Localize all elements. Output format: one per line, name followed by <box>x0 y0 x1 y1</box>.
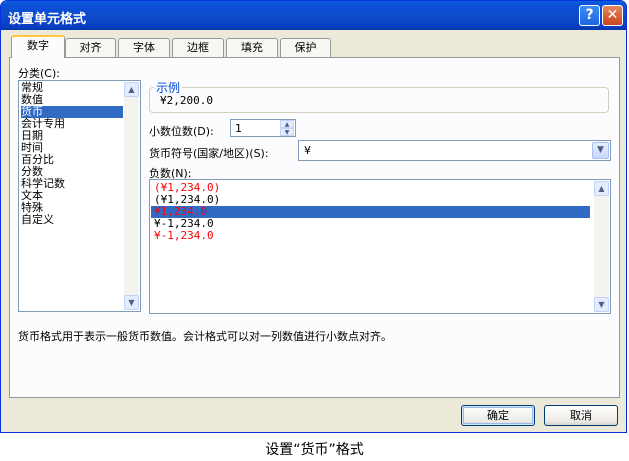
ok-button-label: 确定 <box>487 409 509 422</box>
format-description: 货币格式用于表示一般货币数值。会计格式可以对一列数值进行小数点对齐。 <box>18 330 392 343</box>
sample-group: ¥2,200.0 <box>149 87 609 113</box>
sample-legend: 示例 <box>154 79 183 96</box>
format-cells-dialog: 设置单元格式 ? ✕ 数字 对齐 字体 边框 填充 保护 分类(C): 常规 数… <box>0 0 627 433</box>
spin-up-icon[interactable]: ▲ <box>280 120 294 128</box>
decimal-places-label: 小数位数(D): <box>149 125 214 138</box>
figure-caption: 设置“货币”格式 <box>265 442 364 458</box>
spin-down-icon[interactable]: ▼ <box>280 128 294 136</box>
currency-symbol-select[interactable]: ¥ ▼ <box>298 140 611 161</box>
category-scrollbar[interactable]: ▲ ▼ <box>124 82 139 310</box>
scroll-up-arrow-icon[interactable]: ▲ <box>594 181 609 196</box>
dropdown-arrow-icon[interactable]: ▼ <box>592 142 609 159</box>
currency-symbol-value: ¥ <box>304 144 311 157</box>
scroll-down-arrow-icon[interactable]: ▼ <box>594 297 609 312</box>
negative-option-selected[interactable]: ¥1,234.0 <box>151 206 590 218</box>
category-item-custom[interactable]: 自定义 <box>21 214 123 226</box>
ok-button[interactable]: 确定 <box>461 405 535 426</box>
negative-scrollbar[interactable]: ▲ ▼ <box>594 181 609 312</box>
scroll-up-arrow-icon[interactable]: ▲ <box>124 82 139 97</box>
decimal-places-value: 1 <box>235 122 242 135</box>
negative-option[interactable]: ¥-1,234.0 <box>154 230 214 242</box>
category-listbox[interactable]: 常规 数值 货币 会计专用 日期 时间 百分比 分数 科学记数 文本 特殊 自定… <box>18 80 141 312</box>
currency-symbol-label: 货币符号(国家/地区)(S): <box>149 147 269 160</box>
category-label: 分类(C): <box>18 67 60 80</box>
scroll-down-arrow-icon[interactable]: ▼ <box>124 295 139 310</box>
cancel-button[interactable]: 取消 <box>544 405 618 426</box>
negative-numbers-listbox[interactable]: (¥1,234.0) (¥1,234.0) ¥1,234.0 ¥-1,234.0… <box>149 179 611 314</box>
decimal-places-stepper[interactable]: 1 ▲ ▼ <box>230 119 296 137</box>
cancel-button-label: 取消 <box>570 409 592 422</box>
